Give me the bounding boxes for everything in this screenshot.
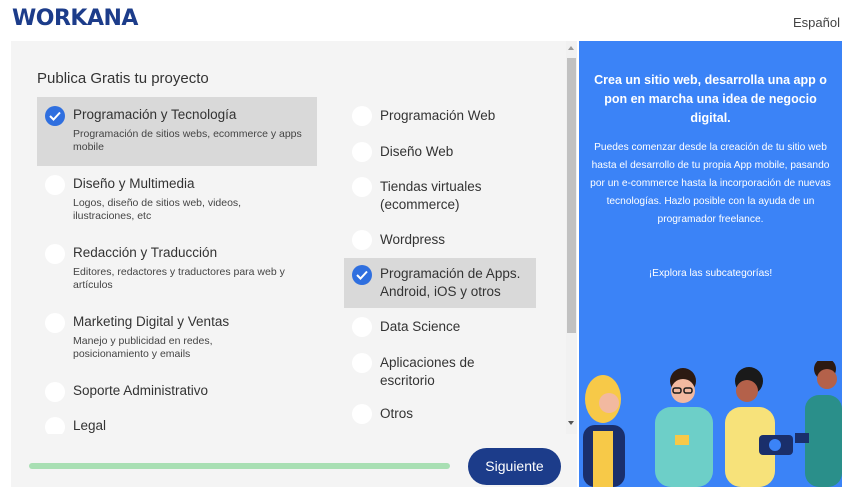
category-label: Programación y Tecnología xyxy=(73,107,237,122)
scroll-up-arrow-icon[interactable] xyxy=(568,46,574,50)
top-bar: WORKANA Español xyxy=(0,0,842,40)
radio-checked-icon[interactable] xyxy=(45,106,65,126)
radio-icon[interactable] xyxy=(352,177,372,197)
subcategory-option-tiendas-virtuales[interactable]: Tiendas virtuales (ecommerce) xyxy=(344,176,536,216)
category-label: Marketing Digital y Ventas xyxy=(73,314,230,329)
category-description: Programación de sitios webs, ecommerce y… xyxy=(73,128,302,153)
category-scroll-area[interactable]: Publica Gratis tu proyecto Programación … xyxy=(11,41,577,434)
progress-bar xyxy=(29,463,450,469)
category-label: Soporte Administrativo xyxy=(73,383,209,398)
category-description: Editores, redactores y traductores para … xyxy=(73,266,285,291)
category-option-marketing-ventas[interactable]: Marketing Digital y Ventas Manejo y publ… xyxy=(37,313,317,368)
promo-title: Crea un sitio web, desarrolla una app o … xyxy=(594,73,827,125)
category-description: Manejo y publicidad en redes, posicionam… xyxy=(73,335,213,360)
explore-subcategories-link[interactable]: ¡Explora las subcategorías! xyxy=(589,268,832,279)
subcategory-label: Programación de Apps. Android, iOS y otr… xyxy=(380,266,521,299)
subcategory-option-diseno-web[interactable]: Diseño Web xyxy=(344,141,536,165)
radio-icon[interactable] xyxy=(352,353,372,373)
language-selector[interactable]: Español xyxy=(793,15,840,30)
subcategory-option-programacion-web[interactable]: Programación Web xyxy=(344,105,536,129)
subcategory-option-data-science[interactable]: Data Science xyxy=(344,316,536,340)
form-title: Publica Gratis tu proyecto xyxy=(37,70,209,87)
subcategory-option-wordpress[interactable]: Wordpress xyxy=(344,229,536,253)
next-button[interactable]: Siguiente xyxy=(468,448,561,485)
radio-icon[interactable] xyxy=(45,175,65,195)
scroll-down-arrow-icon[interactable] xyxy=(568,421,574,425)
scrollbar-thumb[interactable] xyxy=(567,58,576,333)
category-label: Legal xyxy=(73,418,107,433)
freelancers-illustration xyxy=(583,361,842,487)
promo-panel: Crea un sitio web, desarrolla una app o … xyxy=(579,41,842,487)
subcategory-label: Otros xyxy=(380,406,414,421)
subcategory-label: Wordpress xyxy=(380,232,446,247)
radio-icon[interactable] xyxy=(352,230,372,250)
category-option-soporte-administrativo[interactable]: Soporte Administrativo xyxy=(37,381,317,405)
category-option-diseno-multimedia[interactable]: Diseño y Multimedia Logos, diseño de sit… xyxy=(37,175,317,230)
promo-body: Puedes comenzar desde la creación de tu … xyxy=(590,142,831,225)
radio-icon[interactable] xyxy=(45,244,65,264)
category-option-programacion-tecnologia[interactable]: Programación y Tecnología Programación d… xyxy=(37,97,317,166)
radio-checked-icon[interactable] xyxy=(352,265,372,285)
category-label: Diseño y Multimedia xyxy=(73,176,195,191)
radio-icon[interactable] xyxy=(352,106,372,126)
radio-icon[interactable] xyxy=(352,404,372,424)
project-form-panel: Publica Gratis tu proyecto Programación … xyxy=(11,41,577,487)
subcategory-option-aplicaciones-escritorio[interactable]: Aplicaciones de escritorio xyxy=(344,352,536,392)
subcategory-option-otros[interactable]: Otros xyxy=(344,403,536,427)
subcategory-label: Aplicaciones de escritorio xyxy=(380,355,475,388)
scrollbar[interactable] xyxy=(566,41,577,434)
subcategory-label: Diseño Web xyxy=(380,144,454,159)
subcategory-option-programacion-apps[interactable]: Programación de Apps. Android, iOS y otr… xyxy=(344,258,536,308)
radio-icon[interactable] xyxy=(45,382,65,402)
category-option-redaccion-traduccion[interactable]: Redacción y Traducción Editores, redacto… xyxy=(37,244,317,299)
radio-icon[interactable] xyxy=(45,417,65,434)
subcategory-label: Programación Web xyxy=(380,108,496,123)
category-description: Logos, diseño de sitios web, videos, ilu… xyxy=(73,197,242,222)
category-option-legal[interactable]: Legal xyxy=(37,416,317,434)
radio-icon[interactable] xyxy=(352,317,372,337)
radio-icon[interactable] xyxy=(352,142,372,162)
subcategory-label: Tiendas virtuales (ecommerce) xyxy=(380,179,482,212)
workana-logo[interactable]: WORKANA xyxy=(12,6,138,31)
category-label: Redacción y Traducción xyxy=(73,245,218,260)
radio-icon[interactable] xyxy=(45,313,65,333)
subcategory-label: Data Science xyxy=(380,319,461,334)
